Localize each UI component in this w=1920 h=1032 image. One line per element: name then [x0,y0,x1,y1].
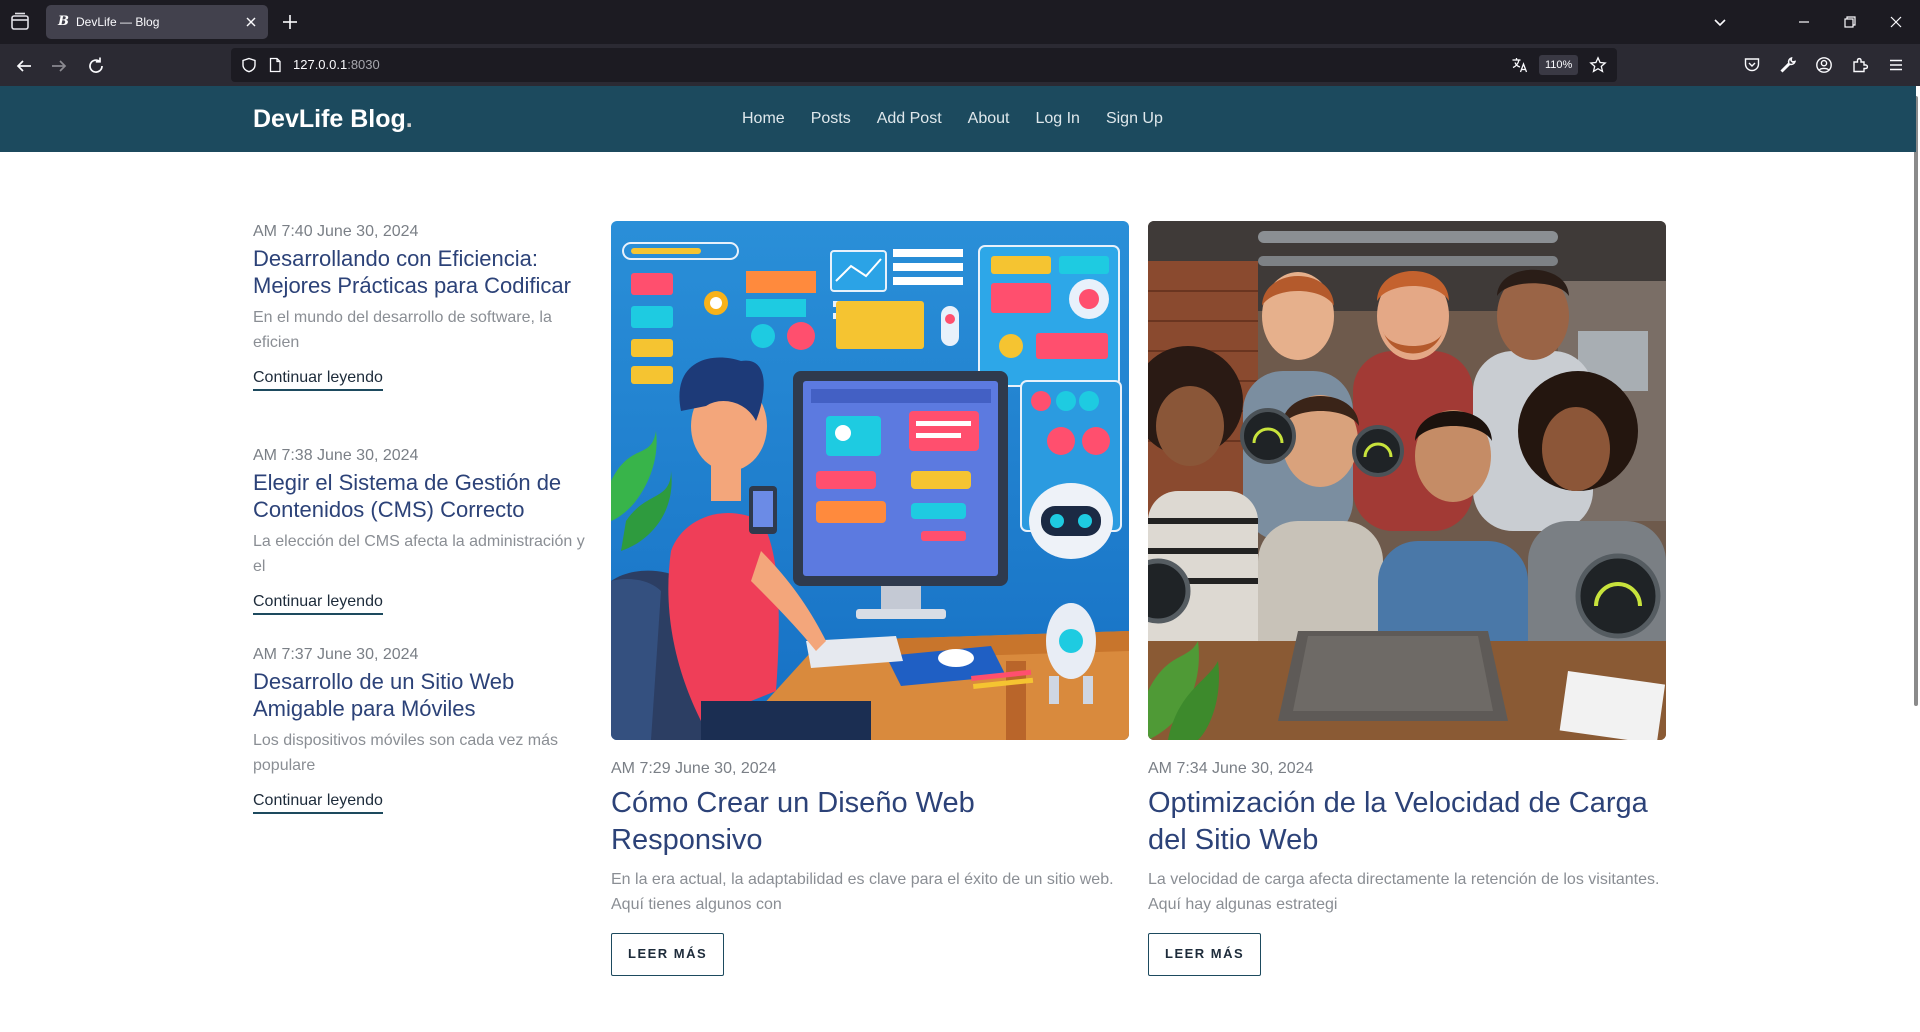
chevron-down-icon[interactable] [1710,12,1730,32]
brand-dot: . [405,105,413,133]
page-viewport: DevLife Blog. Home Posts Add Post About … [0,86,1920,1032]
restore-icon[interactable] [1840,12,1860,32]
post-title[interactable]: Desarrollo de un Sitio Web Amigable para… [253,669,593,722]
browser-tab-bar: B DevLife — Blog [0,0,1920,44]
nav-log-in[interactable]: Log In [1035,108,1079,130]
post-excerpt: En el mundo del desarrollo de software, … [253,309,552,351]
post-date: AM 7:37 June 30, 2024 [253,646,419,663]
bookmark-star-icon[interactable] [1589,56,1607,74]
window-close-icon[interactable] [1886,12,1906,32]
url-port: :8030 [347,57,380,72]
extensions-icon[interactable] [1851,56,1869,74]
post-title[interactable]: Optimización de la Velocidad de Carga de… [1148,785,1666,859]
continue-reading-link[interactable]: Continuar leyendo [253,368,383,391]
site-logo[interactable]: DevLife Blog. [253,104,413,134]
read-more-button[interactable]: LEER MÁS [611,933,725,976]
page-info-icon[interactable] [267,57,283,73]
post-card: AM 7:29 June 30, 2024 Cómo Crear un Dise… [611,221,1129,976]
post-image-developer-illustration[interactable] [611,221,1129,740]
wrench-icon[interactable] [1779,56,1797,74]
post-excerpt: La elección del CMS afecta la administra… [253,533,585,575]
site-favicon-icon: B [58,14,69,29]
post-date: AM 7:29 June 30, 2024 [611,760,777,777]
new-tab-icon[interactable] [279,11,301,33]
close-tab-icon[interactable] [242,13,260,31]
translate-icon[interactable] [1511,56,1529,74]
post-date: AM 7:38 June 30, 2024 [253,447,419,464]
post-title[interactable]: Cómo Crear un Diseño Web Responsivo [611,785,1129,859]
nav-add-post[interactable]: Add Post [877,108,942,130]
read-more-button[interactable]: LEER MÁS [1148,933,1262,976]
nav-sign-up[interactable]: Sign Up [1106,108,1163,130]
forward-arrow-icon[interactable] [48,55,70,77]
post-title[interactable]: Desarrollando con Eficiencia: Mejores Pr… [253,246,593,299]
browser-tab-active[interactable]: B DevLife — Blog [46,5,268,39]
back-arrow-icon[interactable] [13,55,35,77]
continue-reading-link[interactable]: Continuar leyendo [253,592,383,615]
post-excerpt: En la era actual, la adaptabilidad es cl… [611,871,1114,913]
post-excerpt: La velocidad de carga afecta directament… [1148,871,1660,913]
url-text[interactable]: 127.0.0.1:8030 [293,57,380,73]
zoom-level-badge[interactable]: 110% [1539,55,1579,75]
side-post: AM 7:40 June 30, 2024 Desarrollando con … [253,222,593,391]
reload-icon[interactable] [85,55,107,77]
url-host: 127.0.0.1 [293,57,348,72]
scrollbar[interactable] [1914,96,1918,706]
post-image-team-photo[interactable] [1148,221,1666,740]
brand-name: DevLife Blog [253,105,406,133]
post-date: AM 7:34 June 30, 2024 [1148,760,1314,777]
main-nav: Home Posts Add Post About Log In Sign Up [742,108,1163,130]
shield-icon[interactable] [241,57,257,73]
menu-hamburger-icon[interactable] [1887,56,1905,74]
post-title[interactable]: Elegir el Sistema de Gestión de Contenid… [253,470,593,523]
side-post: AM 7:38 June 30, 2024 Elegir el Sistema … [253,446,593,615]
continue-reading-link[interactable]: Continuar leyendo [253,791,383,814]
nav-posts[interactable]: Posts [811,108,851,130]
browser-toolbar: 127.0.0.1:8030 110% [0,44,1920,86]
account-icon[interactable] [1815,56,1833,74]
nav-home[interactable]: Home [742,108,785,130]
minimize-icon[interactable] [1794,12,1814,32]
post-excerpt: Los dispositivos móviles son cada vez má… [253,732,559,774]
address-bar[interactable]: 127.0.0.1:8030 110% [231,48,1617,82]
site-header: DevLife Blog. Home Posts Add Post About … [0,86,1916,152]
nav-about[interactable]: About [968,108,1010,130]
tab-list-icon[interactable] [8,10,32,34]
post-card: AM 7:34 June 30, 2024 Optimización de la… [1148,221,1666,976]
tab-title: DevLife — Blog [76,15,160,29]
pocket-icon[interactable] [1743,56,1761,74]
post-date: AM 7:40 June 30, 2024 [253,223,419,240]
side-post: AM 7:37 June 30, 2024 Desarrollo de un S… [253,645,593,814]
